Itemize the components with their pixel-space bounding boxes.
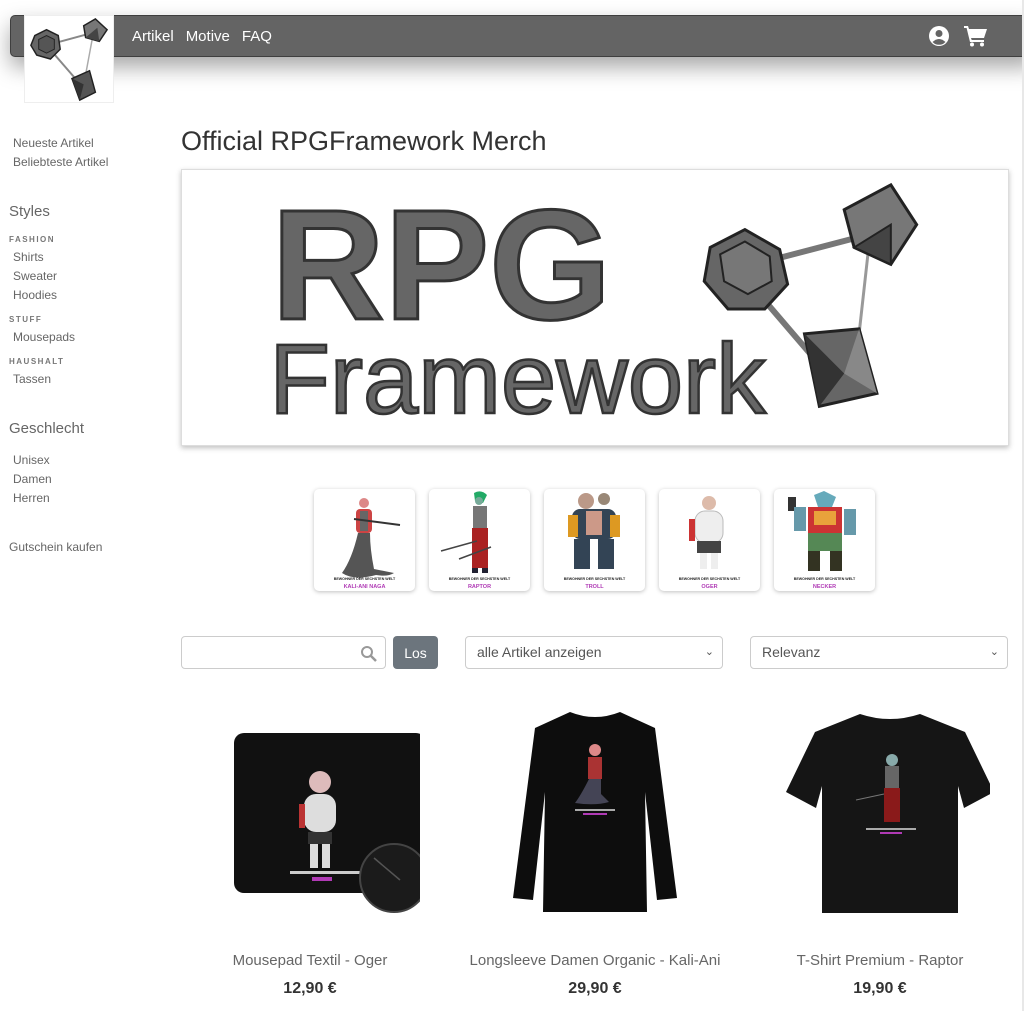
necker-illustration — [788, 491, 856, 571]
sidebar-item-damen[interactable]: Damen — [9, 470, 159, 489]
product-name[interactable]: Mousepad Textil - Oger — [180, 950, 440, 972]
product-image-tshirt[interactable] — [770, 700, 994, 930]
search-submit-button[interactable]: Los — [393, 636, 438, 669]
brand-banner: RPG Framework — [181, 169, 1009, 446]
nav-link-motive[interactable]: Motive — [186, 28, 230, 45]
site-logo[interactable] — [24, 15, 114, 103]
product-price: 19,90 € — [853, 980, 907, 997]
chevron-down-icon: ⌄ — [704, 646, 714, 658]
rpg-framework-logo: RPG Framework — [268, 176, 919, 436]
product-name[interactable]: Longsleeve Damen Organic - Kali-Ani — [465, 950, 725, 972]
category-stuff: STUFF — [9, 315, 43, 324]
motif-caption: BEWOHNER DER SECHSTEN WELT — [448, 577, 511, 581]
motif-caption: BEWOHNER DER SECHSTEN WELT — [678, 577, 741, 581]
motif-caption: BEWOHNER DER SECHSTEN WELT — [333, 577, 396, 581]
motif-card-oger[interactable]: BEWOHNER DER SECHSTEN WELT OGER — [659, 489, 760, 591]
troll-illustration — [568, 493, 620, 569]
nav-link-faq[interactable]: FAQ — [242, 28, 272, 45]
sidebar-item-unisex[interactable]: Unisex — [9, 451, 159, 470]
sidebar-item-shirts[interactable]: Shirts — [9, 248, 159, 267]
article-filter-value: alle Artikel anzeigen — [477, 644, 602, 660]
sidebar-item-herren[interactable]: Herren — [9, 489, 159, 508]
product-card[interactable]: T-Shirt Premium - Raptor 19,90 € — [750, 700, 1010, 998]
nav-icons — [928, 25, 988, 47]
user-account-icon[interactable] — [928, 25, 950, 47]
motif-caption: BEWOHNER DER SECHSTEN WELT — [793, 577, 856, 581]
motif-name: TROLL — [585, 584, 604, 590]
article-filter-select[interactable]: alle Artikel anzeigen ⌄ — [465, 636, 723, 669]
sidebar-item-hoodies[interactable]: Hoodies — [9, 286, 159, 305]
banner-line2: Framework — [269, 324, 766, 435]
chevron-down-icon: ⌄ — [989, 646, 999, 658]
motif-card-necker[interactable]: BEWOHNER DER SECHSTEN WELT NECKER — [774, 489, 875, 591]
product-image-longsleeve[interactable] — [485, 700, 705, 930]
main-nav: Artikel Motive FAQ — [132, 28, 272, 45]
sidebar-link-popular[interactable]: Beliebteste Artikel — [9, 153, 159, 172]
search-field — [181, 636, 386, 669]
sort-select[interactable]: Relevanz ⌄ — [750, 636, 1008, 669]
motif-card-troll[interactable]: BEWOHNER DER SECHSTEN WELT TROLL — [544, 489, 645, 591]
nav-link-artikel[interactable]: Artikel — [132, 28, 174, 45]
gift-voucher-link[interactable]: Gutschein kaufen — [9, 538, 159, 557]
motif-caption: BEWOHNER DER SECHSTEN WELT — [563, 577, 626, 581]
product-card[interactable]: Mousepad Textil - Oger 12,90 € — [180, 700, 440, 998]
sidebar-item-mousepads[interactable]: Mousepads — [9, 328, 159, 347]
oger-illustration — [689, 496, 724, 569]
sidebar-item-tassen[interactable]: Tassen — [9, 370, 159, 389]
shopping-cart-icon[interactable] — [964, 25, 988, 47]
motif-carousel: BEWOHNER DER SECHSTEN WELT KALI-ANI NAGA… — [314, 489, 875, 591]
motif-name: OGER — [701, 584, 718, 590]
gender-heading: Geschlecht — [9, 420, 85, 437]
sidebar: Neueste Artikel Beliebteste Artikel Styl… — [9, 134, 159, 557]
motif-name: RAPTOR — [467, 584, 492, 590]
product-image-mousepad[interactable] — [200, 700, 429, 930]
motif-name: KALI-ANI NAGA — [343, 584, 386, 590]
motif-name: NECKER — [812, 584, 837, 590]
product-card[interactable]: Longsleeve Damen Organic - Kali-Ani 29,9… — [465, 700, 725, 998]
product-price: 29,90 € — [568, 980, 622, 997]
sidebar-item-sweater[interactable]: Sweater — [9, 267, 159, 286]
sort-value: Relevanz — [762, 644, 821, 660]
raptor-illustration — [440, 491, 492, 573]
search-icon[interactable] — [360, 645, 378, 668]
page-title: Official RPGFramework Merch — [181, 126, 547, 156]
motif-card-raptor[interactable]: BEWOHNER DER SECHSTEN WELT RAPTOR — [429, 489, 530, 591]
search-input[interactable] — [182, 637, 352, 668]
sidebar-link-newest[interactable]: Neueste Artikel — [9, 134, 159, 153]
motif-card-kali-ani-naga[interactable]: BEWOHNER DER SECHSTEN WELT KALI-ANI NAGA — [314, 489, 415, 591]
product-name[interactable]: T-Shirt Premium - Raptor — [750, 950, 1010, 972]
category-haushalt: HAUSHALT — [9, 357, 65, 366]
kali-ani-naga-illustration — [342, 498, 401, 578]
category-fashion: FASHION — [9, 235, 56, 244]
product-price: 12,90 € — [283, 980, 337, 997]
dice-logo-icon — [30, 18, 109, 102]
styles-heading: Styles — [9, 203, 50, 220]
